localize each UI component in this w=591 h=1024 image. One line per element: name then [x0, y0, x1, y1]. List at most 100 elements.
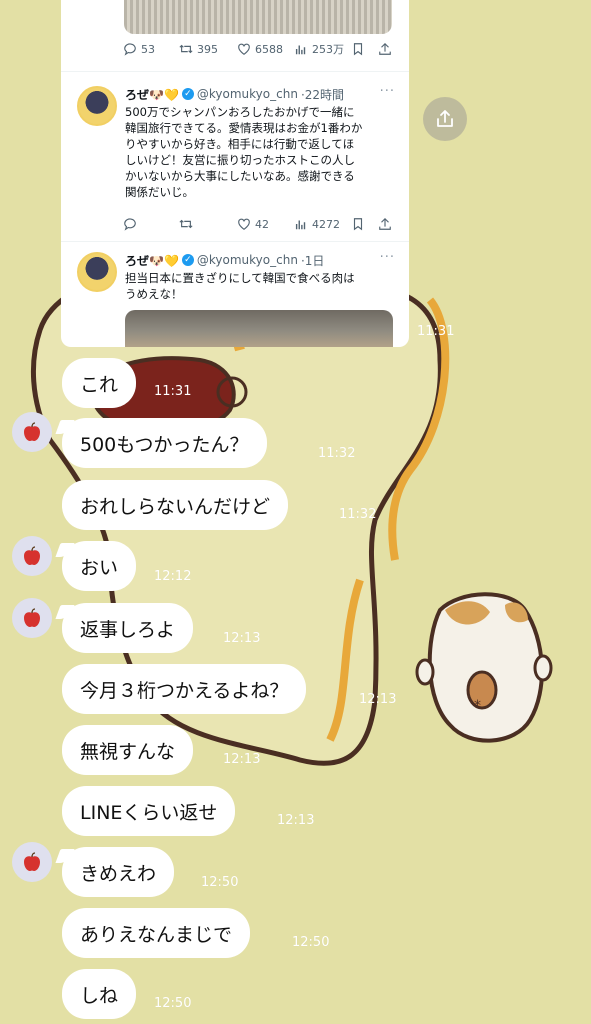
message-bubble[interactable]: 返事しろよ	[62, 603, 194, 653]
tweet-photo-food	[125, 310, 393, 347]
views-count: 4272	[312, 217, 340, 231]
message-text: きめえわ	[80, 862, 157, 885]
tweet-time: ·1日	[300, 253, 325, 268]
message-bubble[interactable]: おい	[62, 541, 137, 591]
message-bubble[interactable]: 500もつかったん？	[62, 418, 267, 468]
reply-icon	[124, 218, 136, 231]
retweet-icon	[179, 44, 193, 54]
apple-icon	[24, 422, 40, 441]
message-timestamp: 11:31	[154, 384, 192, 399]
like-stat: 42	[237, 212, 269, 236]
message-timestamp: 11:32	[318, 446, 356, 461]
sender-avatar[interactable]	[12, 598, 52, 638]
tweet-author-handle: @kyomukyo_chn	[196, 87, 298, 101]
views-stat: 4272	[294, 212, 340, 236]
message-timestamp: 12:50	[154, 996, 192, 1011]
tweet-share-icon	[379, 42, 391, 55]
tweet-divider	[61, 71, 409, 72]
share-icon	[437, 110, 453, 127]
message-bubble[interactable]: しね	[62, 969, 137, 1019]
reply-count: 53	[141, 42, 155, 56]
tweet-item[interactable]: ろぜ🐶💛 ✓ @kyomukyo_chn ·1日 ··· 担当日本に置きざりにし…	[61, 250, 409, 312]
message-timestamp: 12:50	[201, 875, 239, 890]
retweet-stat: 395	[179, 37, 218, 61]
tweet-author-handle: @kyomukyo_chn	[196, 253, 298, 267]
message-text: これ	[80, 373, 119, 396]
views-count: 253万	[312, 43, 344, 56]
bookmark-icon	[353, 218, 363, 231]
verified-badge-icon: ✓	[181, 88, 194, 100]
tweet-author-name: ろぜ🐶💛	[125, 253, 179, 268]
svg-text:*: *	[474, 698, 481, 714]
sender-avatar[interactable]	[12, 842, 52, 882]
tweet-stats-row: 53 395 6588 253万	[61, 37, 409, 61]
tweet-header: ろぜ🐶💛 ✓ @kyomukyo_chn ·1日	[125, 252, 324, 268]
reply-stat: 53	[123, 37, 155, 61]
message-text: おれしらないんだけど	[80, 495, 271, 518]
heart-icon	[238, 43, 250, 55]
like-count: 6588	[255, 42, 283, 56]
message-bubble[interactable]: LINEくらい返せ	[62, 786, 236, 836]
apple-icon	[24, 852, 40, 871]
tweet-text-line: 担当日本に置きざりにして韓国で食べる肉は	[125, 271, 355, 285]
more-options-icon[interactable]: ···	[380, 250, 395, 265]
message-bubble[interactable]: 今月３桁つかえるよね？	[62, 664, 307, 714]
tweet-author-name: ろぜ🐶💛	[125, 87, 179, 102]
message-timestamp: 12:50	[292, 935, 330, 950]
message-timestamp: 12:13	[359, 692, 397, 707]
message-timestamp: 12:13	[223, 631, 261, 646]
message-timestamp: 12:13	[223, 752, 261, 767]
message-bubble[interactable]: ありえなんまじで	[62, 908, 251, 958]
sender-avatar[interactable]	[12, 412, 52, 452]
message-bubble[interactable]: 無視すんな	[62, 725, 194, 775]
views-icon	[295, 220, 306, 230]
share-button[interactable]	[423, 97, 467, 141]
heart-icon	[238, 218, 250, 230]
message-text: LINEくらい返せ	[80, 801, 218, 824]
message-text: 500もつかったん？	[80, 433, 249, 456]
message-timestamp: 12:13	[277, 813, 315, 828]
tweet-text-line: 韓国旅行できてる。愛情表現はお金が1番わか	[125, 121, 363, 135]
tweet-header: ろぜ🐶💛 ✓ @kyomukyo_chn ·22時間	[125, 86, 344, 102]
message-text: 返事しろよ	[80, 618, 176, 641]
message-bubble[interactable]: これ	[62, 358, 137, 408]
tweet-text-line: しいけど！友営に振り切ったホストこの人し	[125, 153, 355, 167]
tweet-text-line: かいないから大事にしたいなあ。感謝できる	[125, 169, 355, 183]
tweet-stats-row: 42 4272	[61, 212, 409, 236]
verified-badge-icon: ✓	[181, 254, 194, 266]
tweet-text-line: うめえな！	[125, 287, 183, 301]
share-stat	[378, 37, 392, 61]
message-timestamp: 11:31	[417, 324, 455, 339]
reply-icon	[124, 43, 136, 56]
bookmark-stat	[351, 212, 365, 236]
more-options-icon[interactable]: ···	[380, 84, 395, 99]
tweet-text: 500万でシャンパンおろしたおかげで一緒に 韓国旅行できてる。愛情表現はお金が1…	[125, 104, 397, 200]
message-bubble[interactable]: おれしらないんだけど	[62, 480, 289, 530]
message-text: ありえなんまじで	[80, 923, 233, 946]
like-count: 42	[255, 217, 269, 231]
tweet-text-line: 関係だいじ。	[125, 185, 194, 199]
shared-tweet-screenshot[interactable]: 53 395 6588 253万 ろぜ🐶💛 ✓ @kyomukyo_chn ·2…	[61, 0, 409, 347]
retweet-icon	[179, 219, 193, 229]
views-icon	[295, 45, 306, 55]
sender-avatar[interactable]	[12, 536, 52, 576]
message-bubble[interactable]: きめえわ	[62, 847, 175, 897]
tweet-photo-top	[124, 0, 392, 34]
views-stat: 253万	[294, 37, 344, 61]
message-timestamp: 12:12	[154, 569, 192, 584]
retweet-stat	[179, 212, 193, 236]
retweet-count: 395	[197, 42, 218, 56]
apple-icon	[24, 608, 40, 627]
like-stat: 6588	[237, 37, 283, 61]
tweet-share-icon	[379, 217, 391, 230]
tweet-avatar	[77, 86, 117, 126]
tweet-avatar	[77, 252, 117, 292]
apple-icon	[24, 546, 40, 565]
tweet-text-line: りやすいから好き。相手には行動で返してほ	[125, 137, 355, 151]
message-text: 今月３桁つかえるよね？	[80, 679, 289, 702]
bookmark-icon	[353, 43, 363, 56]
bookmark-stat	[351, 37, 365, 61]
message-text: 無視すんな	[80, 740, 176, 763]
tweet-time: ·22時間	[300, 87, 345, 102]
share-stat	[378, 212, 392, 236]
